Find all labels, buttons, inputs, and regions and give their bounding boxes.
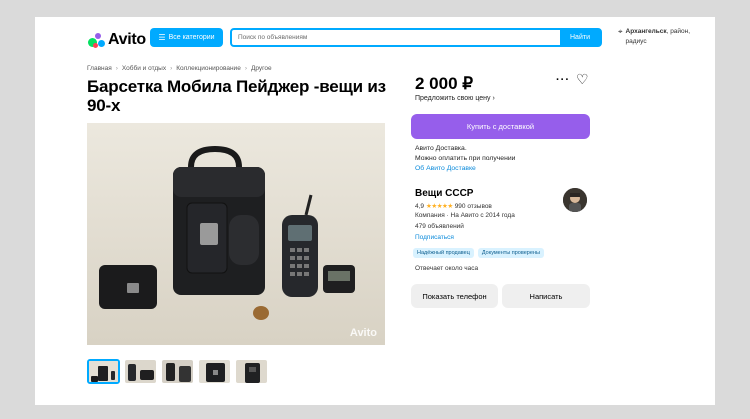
breadcrumb-hobby[interactable]: Хобби и отдых bbox=[122, 65, 166, 72]
avito-watermark: Avito bbox=[349, 327, 377, 339]
offer-price-link[interactable]: Предложить свою цену › bbox=[415, 95, 495, 102]
seller-company-info: Компания · На Авито с 2014 года bbox=[415, 212, 515, 219]
logo-text: Avito bbox=[108, 31, 146, 48]
breadcrumb-separator-icon: › bbox=[115, 65, 118, 72]
about-delivery-link[interactable]: Об Авито Доставке bbox=[415, 164, 515, 174]
delivery-line-2: Можно оплатить при получении bbox=[415, 155, 516, 162]
rating-value: 4,9 bbox=[415, 202, 425, 210]
filter-icon: ☰ bbox=[158, 33, 166, 42]
delivery-line-1: Авито Доставка. bbox=[415, 145, 467, 152]
seller-avatar[interactable] bbox=[563, 188, 587, 212]
badge-reliable-seller: Надёжный продавец bbox=[413, 248, 474, 258]
seller-badges: Надёжный продавец Документы проверены bbox=[413, 248, 544, 258]
avito-logo-icon bbox=[88, 32, 105, 48]
subscribe-link[interactable]: Подписаться bbox=[415, 234, 454, 241]
page: Avito ☰ Все категории Найти ⌖ Архангельс… bbox=[35, 17, 715, 405]
thumbnail-1[interactable] bbox=[87, 359, 120, 384]
more-options-icon[interactable]: ··· bbox=[556, 74, 570, 86]
rating-stars-icon: ★★★★★ bbox=[426, 203, 453, 210]
reply-time: Отвечает около часа bbox=[415, 265, 479, 272]
seller-rating: 4,9 ★★★★★ 990 отзывов bbox=[415, 202, 492, 211]
search-bar: Найти bbox=[230, 28, 602, 47]
reviews-count[interactable]: 990 отзывов bbox=[455, 203, 492, 210]
all-categories-label: Все категории bbox=[168, 34, 215, 41]
all-categories-button[interactable]: ☰ Все категории bbox=[150, 28, 223, 47]
thumbnail-strip bbox=[87, 359, 268, 384]
breadcrumb: Главная › Хобби и отдых › Коллекциониров… bbox=[87, 65, 272, 72]
page-title: Барсетка Мобила Пейджер -вещи из 90-х bbox=[87, 77, 386, 115]
breadcrumb-separator-icon: › bbox=[170, 65, 173, 72]
location-pin-icon: ⌖ bbox=[618, 27, 623, 36]
delivery-info: Авито Доставка. Можно оплатить при получ… bbox=[415, 144, 515, 174]
seller-name[interactable]: Вещи СССР bbox=[415, 188, 473, 199]
breadcrumb-separator-icon: › bbox=[244, 65, 247, 72]
thumbnail-4[interactable] bbox=[198, 359, 231, 384]
location-city: Архангельск bbox=[625, 28, 667, 35]
product-photo-illustration bbox=[87, 123, 385, 345]
thumbnail-5[interactable] bbox=[235, 359, 268, 384]
breadcrumb-home[interactable]: Главная bbox=[87, 65, 112, 72]
buy-with-delivery-button[interactable]: Купить с доставкой bbox=[411, 114, 590, 139]
write-message-button[interactable]: Написать bbox=[502, 284, 590, 308]
thumbnail-3[interactable] bbox=[161, 359, 194, 384]
badge-documents-verified: Документы проверены bbox=[477, 248, 544, 258]
main-photo[interactable]: Avito bbox=[87, 123, 385, 345]
location-text: Архангельск, район, радиус bbox=[626, 27, 700, 46]
location-selector[interactable]: ⌖ Архангельск, район, радиус bbox=[618, 27, 700, 46]
show-phone-button[interactable]: Показать телефон bbox=[411, 284, 498, 308]
seller-ads-count[interactable]: 479 объявлений bbox=[415, 223, 464, 230]
avito-logo[interactable]: Avito bbox=[88, 31, 146, 49]
search-input[interactable] bbox=[232, 30, 560, 45]
price: 2 000 ₽ bbox=[415, 74, 474, 93]
breadcrumb-other[interactable]: Другое bbox=[251, 65, 272, 72]
breadcrumb-collecting[interactable]: Коллекционирование bbox=[176, 65, 241, 72]
search-button[interactable]: Найти bbox=[560, 30, 600, 45]
thumbnail-2[interactable] bbox=[124, 359, 157, 384]
favorite-heart-icon[interactable]: ♡ bbox=[576, 71, 589, 88]
